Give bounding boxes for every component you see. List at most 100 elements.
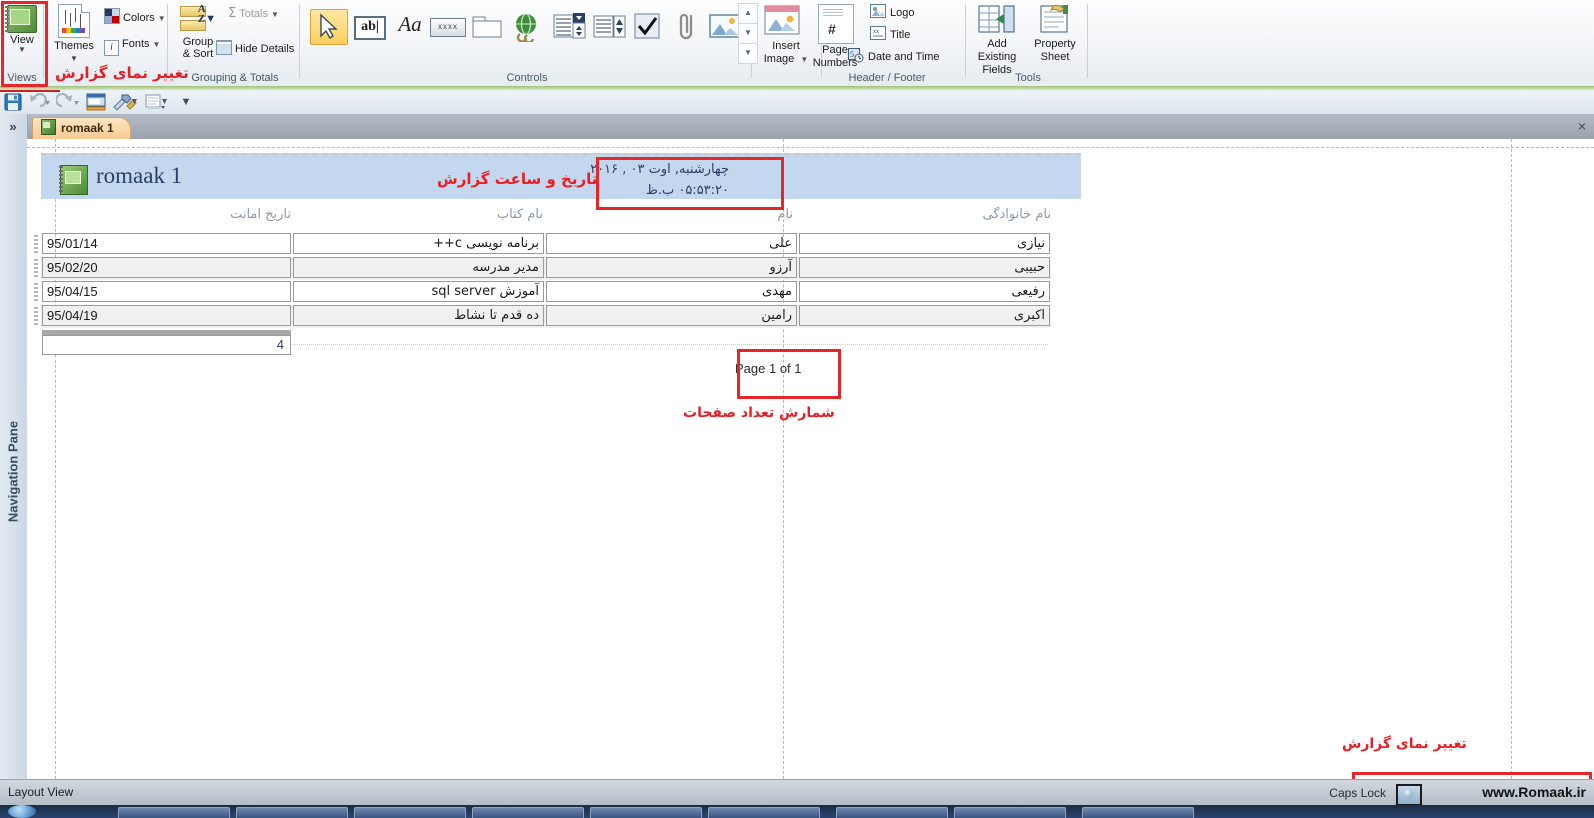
taskbar-item[interactable] [1082,807,1194,818]
chevron-down-icon[interactable]: ▼ [2,46,42,54]
cell-first-name[interactable]: مهدی [546,281,797,302]
add-existing-fields-button[interactable]: Add Existing Fields [968,4,1026,77]
combo-box-icon [553,13,586,39]
cell-date[interactable]: 95/04/15 [42,281,291,302]
text-box-control-button[interactable]: ab| [350,9,388,45]
button-control-button[interactable]: xxxx [428,9,466,45]
cell-first-name[interactable]: رامین [546,305,797,326]
taskbar-item[interactable] [836,807,948,818]
cell-date[interactable]: 95/02/20 [42,257,291,278]
fonts-button[interactable]: i Fonts ▼ [104,38,160,57]
cell-book[interactable]: برنامه نویسی c++ [293,233,544,254]
taskbar-item[interactable] [708,807,820,818]
scroll-up-icon[interactable]: ▲ [738,3,758,24]
cell-first-name[interactable]: علی [546,233,797,254]
attachment-control-button[interactable] [668,9,706,45]
insert-image-icon[interactable] [758,4,806,40]
start-orb-icon[interactable] [8,805,36,818]
property-sheet-button[interactable]: Property Sheet [1026,4,1084,64]
document-tab-strip: romaak 1 × [0,114,1594,140]
report-title[interactable]: romaak 1 [96,163,182,189]
group-divider [299,4,300,78]
grouping-group-label: Grouping & Totals [191,72,279,84]
page-numbers-icon[interactable]: # [818,4,854,44]
report-canvas[interactable]: romaak 1 چهارشنبه, اوت ۰۳ , ۲۰۱۶ ۰۵:۵۳:۲… [27,139,1594,779]
logo-icon [870,4,886,18]
ribbon-group-header-footer: # Page Numbers Logo xx Title 5 Date and … [808,0,966,86]
close-document-button[interactable]: × [1578,118,1586,134]
cell-first-name[interactable]: آرزو [546,257,797,278]
cell-last-name[interactable]: حبیبی [799,257,1050,278]
group-sort-label-1: Group [182,36,214,48]
view-button[interactable]: View ▼ [2,2,42,64]
column-header-nam-khanevadegi[interactable]: نام خانوادگی [821,207,1051,222]
list-box-control-button[interactable] [590,9,628,45]
column-headers: تاریخ امانت نام کتاب نام نام خانوادگی [41,207,1081,231]
taskbar-item[interactable] [472,807,584,818]
save-button[interactable] [4,93,22,111]
column-header-tarikh-amanat[interactable]: تاریخ امانت [111,207,291,222]
cell-last-name[interactable]: اکبری [799,305,1050,326]
table-row[interactable]: 95/02/20 مدیر مدرسه آرزو حبیبی [34,257,1051,280]
cell-date[interactable]: 95/01/14 [42,233,291,254]
ribbon-group-tools: Add Existing Fields Property Sheet Tools [968,0,1088,86]
date-and-time-button[interactable]: 5 Date and Time [848,48,940,67]
tools-button[interactable] [112,93,138,111]
qat-red-edge [0,90,60,92]
cell-date[interactable]: 95/04/19 [42,305,291,326]
check-box-control-button[interactable] [628,9,666,45]
column-header-nam[interactable]: نام [563,207,793,222]
taskbar-item[interactable] [354,807,466,818]
redo-button[interactable] [55,92,80,111]
table-row[interactable]: 95/04/15 آموزش sql server مهدی رفیعی [34,281,1051,304]
hide-details-label: Hide Details [235,43,295,55]
table-row[interactable]: 95/01/14 برنامه نویسی c++ علی نیازی [34,233,1051,256]
hide-details-button[interactable]: Hide Details [216,40,294,59]
page-numbers-label-1: Page [822,44,848,56]
totals-button[interactable]: Σ Totals ▼ [228,6,279,25]
chevron-down-icon: ▼ [152,40,161,49]
controls-group-label: Controls [506,72,548,84]
cell-last-name[interactable]: رفیعی [799,281,1050,302]
insert-image-label-1: Insert [772,40,800,52]
view-switch-button[interactable] [86,93,106,111]
tab-control-button[interactable] [468,9,506,45]
annotation-date-time-report: تاریخ و ساعت گزارش [437,170,598,188]
cell-last-name[interactable]: نیازی [799,233,1050,254]
group-and-sort-icon[interactable]: A Z▼ [180,4,216,32]
cell-book[interactable]: آموزش sql server [293,281,544,302]
cell-book[interactable]: ده قدم تا نشاط [293,305,544,326]
taskbar-item[interactable] [118,807,230,818]
taskbar-item[interactable] [590,807,702,818]
table-row[interactable]: 95/04/19 ده قدم تا نشاط رامین اکبری [34,305,1051,328]
logo-button[interactable]: Logo [870,4,914,23]
ribbon: View ▼ Views Themes ▼ Colors▼ iFonts▼ [0,0,1594,91]
combo-box-control-button[interactable] [550,9,588,45]
page-number-control[interactable]: Page 1 of 1 [735,361,802,376]
title-button[interactable]: xx Title [870,26,910,45]
redo-arrow-icon [55,92,79,108]
themes-chevron-down-icon[interactable]: ▼ [48,54,100,63]
taskbar-item[interactable] [954,807,1066,818]
undo-button[interactable] [28,92,52,111]
label-control-button[interactable]: Aa [390,9,428,45]
colors-button[interactable]: Colors ▼ [104,8,166,27]
fonts-label: Fonts [122,38,150,50]
tab-folder-icon [472,16,502,38]
hyperlink-control-button[interactable] [508,9,546,45]
print-preview-button[interactable] [144,93,170,111]
themes-label[interactable]: Themes [48,40,100,52]
annotation-change-report-view-bottom: تغییر نمای گزارش [1342,736,1467,752]
themes-icon[interactable] [58,4,90,38]
column-header-nam-ketab[interactable]: نام کتاب [313,207,543,222]
arrow-pointer-icon [320,13,338,39]
taskbar-item[interactable] [236,807,348,818]
select-tool-button[interactable] [310,9,348,45]
expand-navigation-pane-icon[interactable]: » [0,116,26,138]
total-count-control[interactable]: 4 [42,335,291,355]
navigation-pane[interactable]: » Navigation Pane [0,114,28,779]
globe-icon [1396,784,1422,806]
document-tab-romaak1[interactable]: romaak 1 [32,117,131,140]
customize-qat-button[interactable]: ▼ [178,93,194,111]
cell-book[interactable]: مدیر مدرسه [293,257,544,278]
